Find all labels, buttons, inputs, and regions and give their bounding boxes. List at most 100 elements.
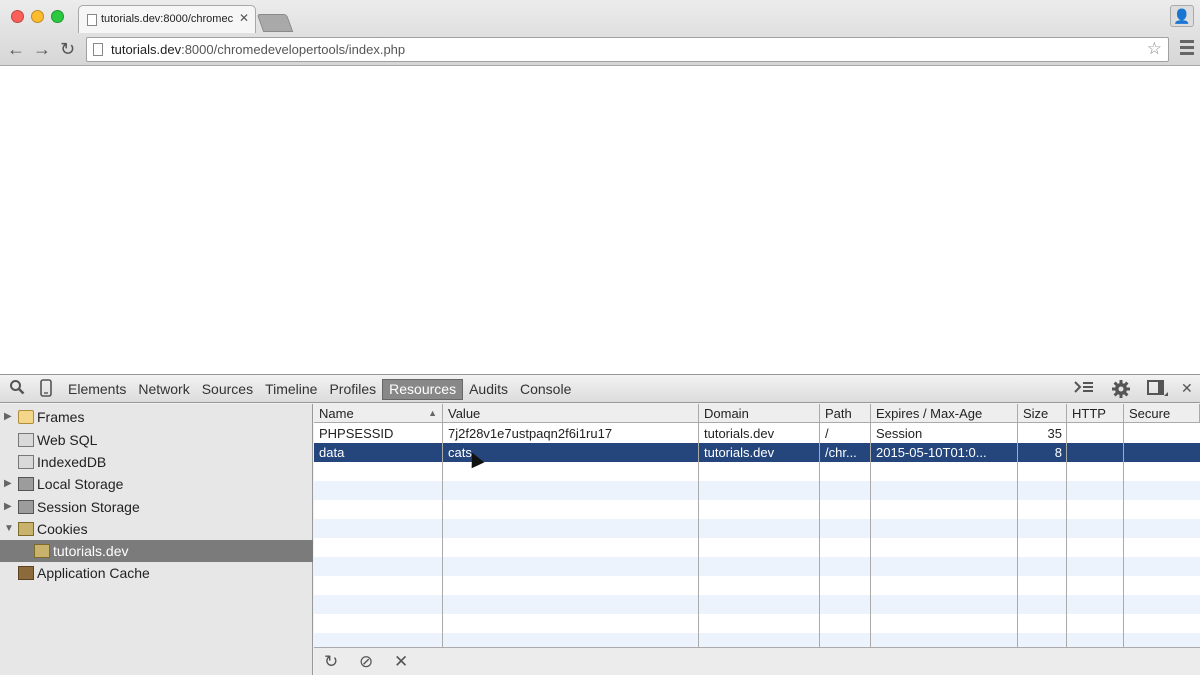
column-divider[interactable]	[1123, 404, 1124, 647]
devtools-toolbar: Elements Network Sources Timeline Profiles Re…	[0, 375, 1200, 403]
sidebar-item-label: Frames	[37, 409, 85, 425]
cell-secure[interactable]	[1124, 424, 1200, 443]
column-header-expires-max-age[interactable]: Expires / Max-Age	[871, 404, 1018, 423]
column-divider[interactable]	[819, 404, 820, 647]
table-row[interactable]: data cats tutorials.dev/chr... 2015-05-10T0…	[314, 443, 1200, 462]
sort-ascending-icon: ▲	[428, 408, 437, 418]
reload-button[interactable]: ↻	[60, 40, 75, 58]
column-header-name[interactable]: Name ▲	[314, 404, 443, 423]
url-path: :8000/chromedevelopertools/index.php	[181, 42, 406, 57]
tab-audits[interactable]: Audits	[463, 375, 514, 403]
empty-table-row	[314, 519, 1200, 538]
cell-secure[interactable]	[1124, 443, 1200, 462]
collapsed-arrow-icon[interactable]: ▶	[4, 406, 12, 428]
sidebar-item-session-storage[interactable]: ▶ Session Storage	[0, 496, 313, 518]
column-header-label: Secure	[1129, 406, 1171, 421]
zoom-window-button[interactable]	[51, 10, 64, 23]
page-icon	[93, 43, 103, 56]
cell-expires[interactable]: 2015-05-10T01:0...	[871, 443, 1018, 462]
cell-domain[interactable]: tutorials.dev	[699, 443, 820, 462]
sidebar-item-web-sql[interactable]: Web SQL	[0, 429, 313, 451]
cookies-status-bar: ↻ ⊘ ✕	[314, 647, 1200, 675]
sidebar-item-application-cache[interactable]: Application Cache	[0, 562, 313, 584]
column-divider[interactable]	[870, 404, 871, 647]
browser-tab[interactable]: tutorials.dev:8000/chromec ✕	[78, 5, 256, 33]
address-bar[interactable]: tutorials.dev:8000/chromedevelopertools/…	[86, 37, 1169, 62]
profile-icon[interactable]: 👤	[1170, 5, 1194, 27]
new-tab-button[interactable]	[256, 14, 294, 32]
expanded-arrow-icon[interactable]: ▼	[4, 518, 14, 540]
column-header-http[interactable]: HTTP	[1067, 404, 1124, 423]
column-header-size[interactable]: Size	[1018, 404, 1067, 423]
console-drawer-icon[interactable]	[1074, 379, 1094, 395]
tab-sources[interactable]: Sources	[196, 375, 259, 403]
sidebar-item-local-storage[interactable]: ▶ Local Storage	[0, 473, 313, 495]
bookmark-star-icon[interactable]: ☆	[1147, 39, 1162, 59]
cell-path[interactable]: /	[820, 424, 871, 443]
dock-side-icon[interactable]	[1147, 379, 1169, 397]
tab-resources[interactable]: Resources	[382, 379, 464, 400]
column-divider[interactable]	[1066, 404, 1067, 647]
refresh-icon[interactable]: ↻	[324, 652, 338, 672]
url-text[interactable]: tutorials.dev:8000/chromedevelopertools/…	[111, 42, 405, 57]
column-header-label: Value	[448, 406, 481, 421]
sidebar-item-tutorials-dev[interactable]: tutorials.dev	[0, 540, 313, 562]
column-divider[interactable]	[1017, 404, 1018, 647]
settings-gear-icon[interactable]	[1111, 379, 1131, 399]
tab-console[interactable]: Console	[514, 375, 577, 403]
minimize-window-button[interactable]	[31, 10, 44, 23]
cell-http[interactable]	[1067, 443, 1124, 462]
column-header-value[interactable]: Value	[443, 404, 699, 423]
cell-expires[interactable]: Session	[871, 424, 1018, 443]
cookies-table: Name ▲ Value Domain Path Expires / Max-Age Siz…	[314, 404, 1200, 647]
tab-profiles[interactable]: Profiles	[323, 375, 382, 403]
cell-name[interactable]: PHPSESSID	[314, 424, 443, 443]
url-host: tutorials.dev	[111, 42, 182, 57]
column-header-domain[interactable]: Domain	[699, 404, 820, 423]
cell-size[interactable]: 8	[1018, 443, 1067, 462]
cell-name[interactable]: data	[314, 443, 443, 462]
column-header-secure[interactable]: Secure	[1124, 404, 1200, 423]
delete-selected-icon[interactable]: ✕	[394, 652, 408, 672]
column-header-label: Size	[1023, 406, 1049, 421]
cell-value[interactable]: 7j2f28v1e7ustpaqn2f6i1ru17	[443, 424, 699, 443]
collapsed-arrow-icon[interactable]: ▶	[4, 473, 12, 495]
cell-domain[interactable]: tutorials.dev	[699, 424, 820, 443]
database-icon	[18, 455, 34, 469]
empty-table-row	[314, 595, 1200, 614]
tab-network[interactable]: Network	[132, 375, 195, 403]
device-mode-icon[interactable]	[40, 379, 52, 397]
sidebar-item-frames[interactable]: ▶ Frames	[0, 406, 313, 428]
sidebar-item-cookies[interactable]: ▼ Cookies	[0, 518, 313, 540]
empty-table-row	[314, 500, 1200, 519]
column-divider[interactable]	[698, 404, 699, 647]
sidebar-item-label: Cookies	[37, 521, 88, 537]
sidebar-item-indexeddb[interactable]: IndexedDB	[0, 451, 313, 473]
clear-all-icon[interactable]: ⊘	[359, 652, 373, 672]
column-header-path[interactable]: Path	[820, 404, 871, 423]
table-row[interactable]: PHPSESSID 7j2f28v1e7ustpaqn2f6i1ru17 tutor…	[314, 424, 1200, 443]
back-button[interactable]: ←	[7, 40, 25, 58]
empty-table-row	[314, 614, 1200, 633]
close-window-button[interactable]	[11, 10, 24, 23]
forward-button[interactable]: →	[33, 40, 51, 58]
menu-icon[interactable]	[1180, 40, 1194, 58]
page-icon	[87, 14, 97, 26]
close-devtools-icon[interactable]: ✕	[1181, 380, 1193, 397]
column-header-label: Domain	[704, 406, 749, 421]
cookie-icon	[34, 544, 50, 558]
empty-table-row	[314, 557, 1200, 576]
tab-elements[interactable]: Elements	[62, 375, 132, 403]
tab-close-icon[interactable]: ✕	[239, 11, 249, 25]
browser-chrome: tutorials.dev:8000/chromec ✕ 👤 ← → ↻ tut…	[0, 0, 1200, 66]
sidebar-item-label: Local Storage	[37, 476, 124, 492]
cell-path[interactable]: /chr...	[820, 443, 871, 462]
grid-icon	[18, 477, 34, 491]
tab-timeline[interactable]: Timeline	[259, 375, 323, 403]
cell-size[interactable]: 35	[1018, 424, 1067, 443]
inspect-search-icon[interactable]	[9, 379, 25, 395]
cell-http[interactable]	[1067, 424, 1124, 443]
column-divider[interactable]	[442, 404, 443, 647]
collapsed-arrow-icon[interactable]: ▶	[4, 496, 12, 518]
resources-sidebar: ▶ Frames Web SQL IndexedDB ▶ Local Storage ▶ Se…	[0, 404, 313, 675]
